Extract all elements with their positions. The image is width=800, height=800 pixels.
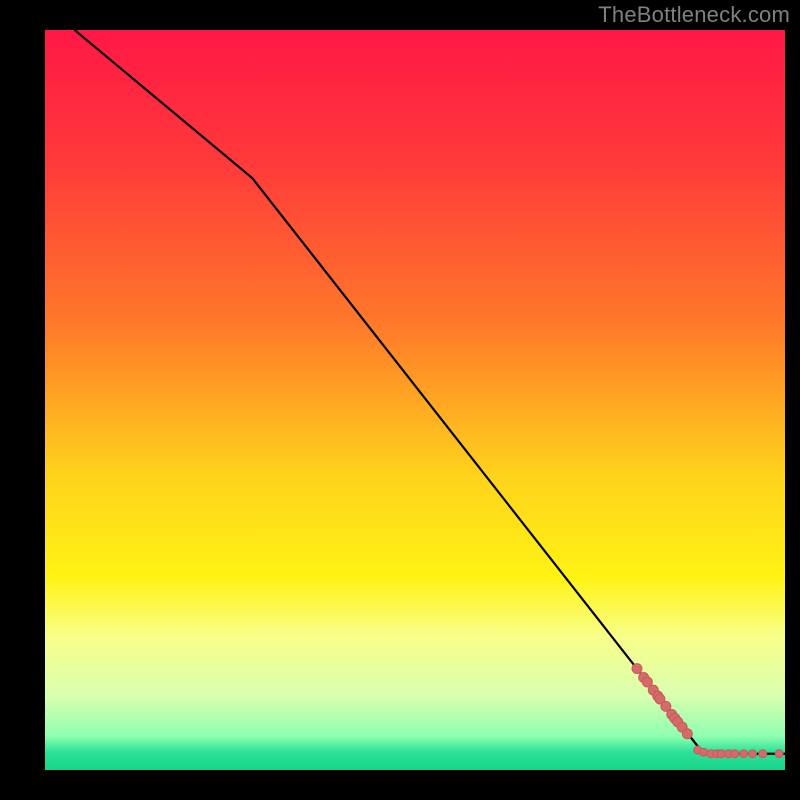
scatter-point — [748, 750, 756, 758]
attribution-label: TheBottleneck.com — [598, 2, 790, 28]
scatter-point — [740, 750, 748, 758]
scatter-point — [700, 748, 708, 756]
scatter-point — [775, 750, 783, 758]
scatter-point — [759, 750, 767, 758]
scatter-point — [682, 729, 692, 739]
gradient-background — [45, 30, 785, 770]
chart-svg — [45, 30, 785, 770]
chart-frame: TheBottleneck.com — [0, 0, 800, 800]
plot-area — [45, 30, 785, 770]
scatter-point — [632, 664, 642, 674]
scatter-point — [717, 750, 725, 758]
scatter-point — [731, 750, 739, 758]
